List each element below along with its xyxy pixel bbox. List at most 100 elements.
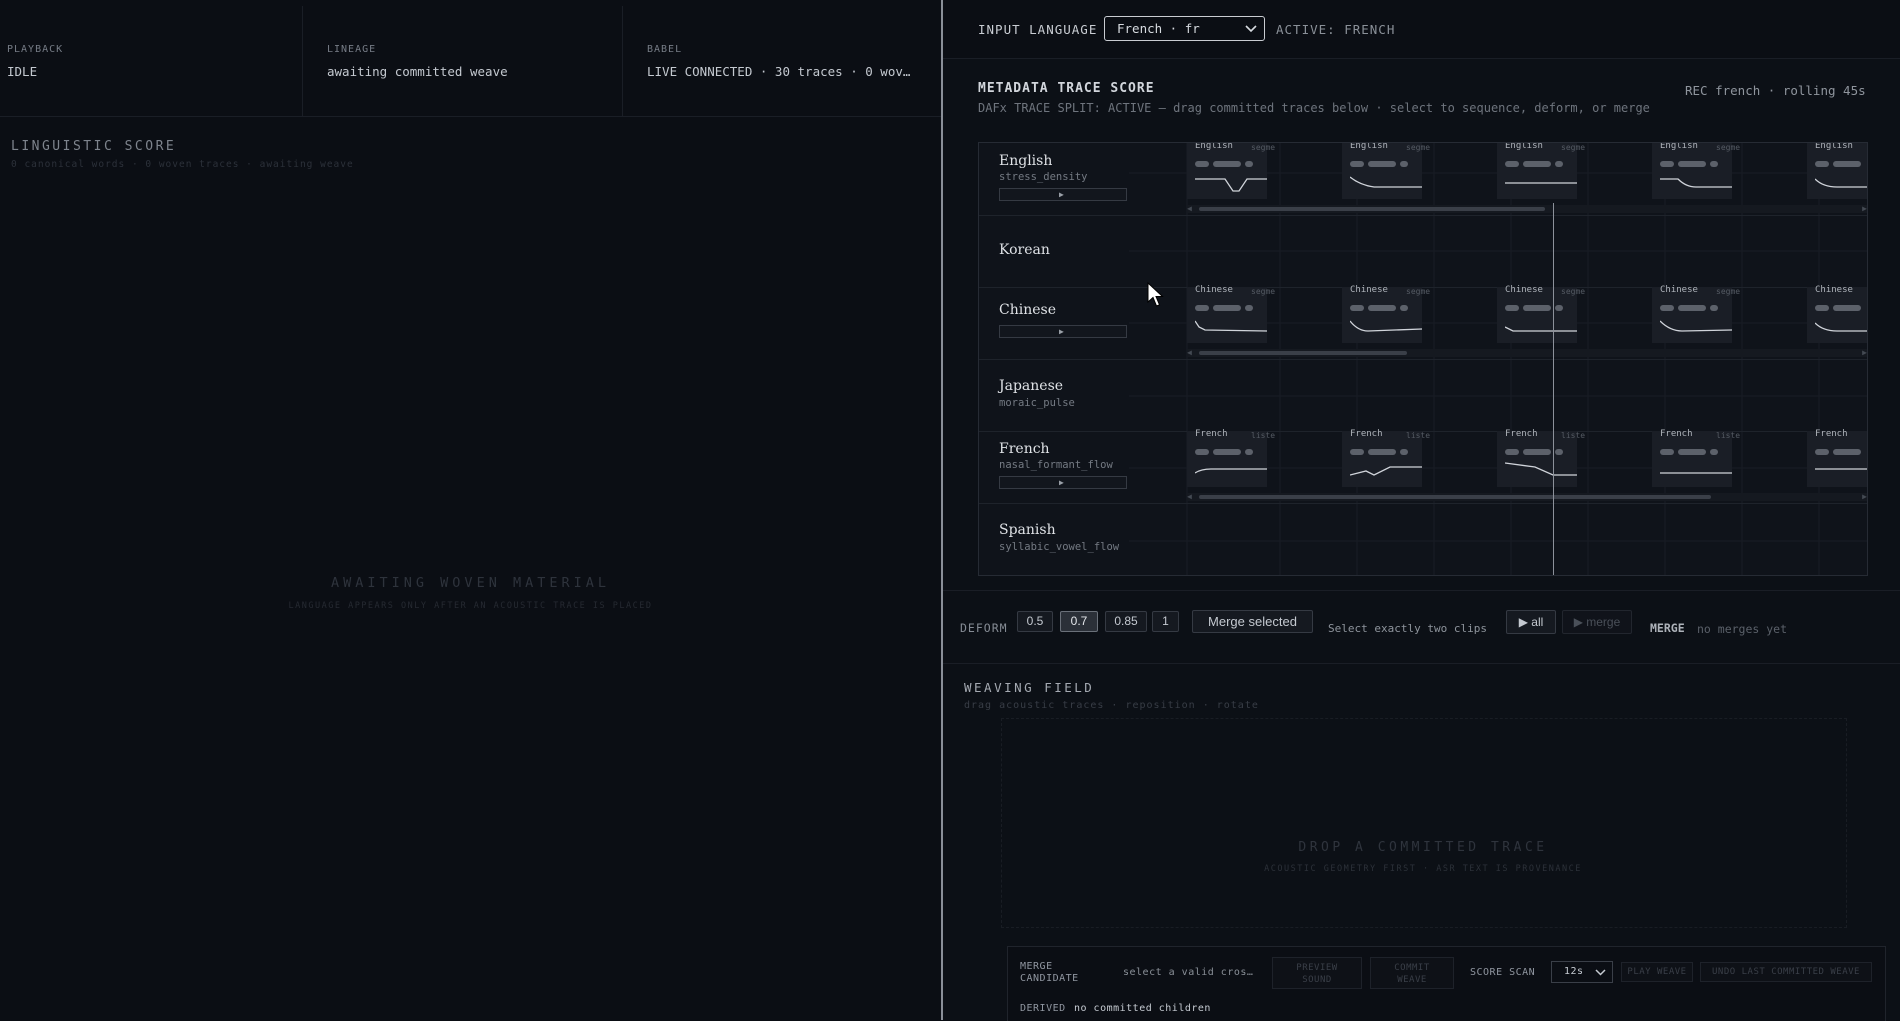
scroll-thumb[interactable] xyxy=(1199,351,1407,355)
trace-clip[interactable]: French liste xyxy=(1187,429,1275,487)
trace-clip[interactable]: French liste xyxy=(1497,429,1585,487)
track-name: Spanish xyxy=(999,522,1056,538)
track-row-korean[interactable]: Korean xyxy=(979,215,1867,288)
track-name: Korean xyxy=(999,242,1050,258)
babel-cell: BABEL LIVE CONNECTED · 30 traces · 0 wov… xyxy=(623,6,941,116)
preview-sound-button[interactable]: PREVIEW SOUND xyxy=(1272,957,1362,989)
scroll-left-icon[interactable]: ◀ xyxy=(1187,349,1192,357)
weaving-field-subtitle: drag acoustic traces · reposition · rota… xyxy=(964,700,1259,711)
scroll-thumb[interactable] xyxy=(1199,207,1545,211)
clip-strip[interactable]: English segme English segme English segme E… xyxy=(1187,143,1867,203)
waveform xyxy=(1350,320,1422,332)
play-all-button[interactable]: ▶ all xyxy=(1506,610,1556,634)
trace-clip[interactable]: Chinese xyxy=(1807,285,1867,343)
clip-chip xyxy=(1660,161,1674,167)
clip-chip xyxy=(1523,161,1551,167)
trace-clip[interactable]: Chinese segme xyxy=(1652,285,1740,343)
clip-scrollbar[interactable]: ◀ ▶ xyxy=(1187,349,1867,357)
clip-chip xyxy=(1245,449,1253,455)
track-row-french[interactable]: French nasal_formant_flow ▶ French liste … xyxy=(979,429,1867,504)
trace-clip[interactable]: English segme xyxy=(1652,143,1740,199)
clip-label: Chinese xyxy=(1195,285,1233,295)
clip-scrollbar[interactable]: ◀ ▶ xyxy=(1187,493,1867,501)
scroll-right-icon[interactable]: ▶ xyxy=(1862,349,1867,357)
input-language-select[interactable]: French · fr xyxy=(1104,16,1265,41)
play-icon: ▶ xyxy=(1059,327,1064,336)
rec-status: REC french · rolling 45s xyxy=(1685,83,1866,98)
trace-clip[interactable]: Chinese segme xyxy=(1187,285,1275,343)
waveform xyxy=(1195,320,1267,332)
weaving-drop-zone[interactable] xyxy=(1001,718,1847,928)
clip-label: French xyxy=(1195,429,1228,439)
scan-duration-select[interactable]: 12s xyxy=(1551,961,1613,983)
drop-trace-subtitle: ACOUSTIC GEOMETRY FIRST · ASR TEXT IS PR… xyxy=(1264,864,1582,874)
linguistic-score-subtitle: 0 canonical words · 0 woven traces · awa… xyxy=(11,159,354,170)
clip-chip xyxy=(1660,305,1674,311)
trace-clip[interactable]: English xyxy=(1807,143,1867,199)
trace-score-grid[interactable]: English stress_density ▶ English segme En… xyxy=(978,142,1868,576)
track-row-spanish[interactable]: Spanish syllabic_vowel_flow xyxy=(979,503,1867,575)
scroll-right-icon[interactable]: ▶ xyxy=(1862,493,1867,501)
clip-chip xyxy=(1505,161,1519,167)
trace-clip[interactable]: English segme xyxy=(1497,143,1585,199)
clip-chip xyxy=(1660,449,1674,455)
track-play-button[interactable]: ▶ xyxy=(999,476,1127,489)
scroll-left-icon[interactable]: ◀ xyxy=(1187,493,1192,501)
scroll-left-icon[interactable]: ◀ xyxy=(1187,205,1192,213)
waveform xyxy=(1815,178,1867,188)
track-metric: stress_density xyxy=(999,171,1088,183)
undo-last-weave-button[interactable]: UNDO LAST COMMITTED WEAVE xyxy=(1700,962,1872,982)
clip-label: French xyxy=(1815,429,1848,439)
drop-trace-title: DROP A COMMITTED TRACE xyxy=(1298,840,1548,855)
track-row-chinese[interactable]: Chinese ▶ Chinese segme Chinese segme Chin… xyxy=(979,285,1867,360)
track-play-button[interactable]: ▶ xyxy=(999,325,1127,338)
trace-clip[interactable]: French xyxy=(1807,429,1867,487)
clip-chip xyxy=(1213,449,1241,455)
playback-label: PLAYBACK xyxy=(7,44,64,55)
play-weave-button[interactable]: PLAY WEAVE xyxy=(1621,962,1693,982)
clip-strip[interactable]: Chinese segme Chinese segme Chinese segme C… xyxy=(1187,285,1867,347)
clip-chip xyxy=(1833,449,1861,455)
deform-0-7-button[interactable]: 0.7 xyxy=(1060,611,1098,632)
input-language-label: INPUT LANGUAGE xyxy=(978,22,1098,37)
clip-label: English xyxy=(1815,142,1853,151)
clip-label: English xyxy=(1350,142,1388,151)
trace-clip[interactable]: French liste xyxy=(1342,429,1430,487)
clip-tag: liste xyxy=(1561,431,1586,440)
trace-clip[interactable]: English segme xyxy=(1342,142,1430,199)
clip-chip xyxy=(1815,305,1829,311)
deform-label: DEFORM xyxy=(960,621,1008,635)
clip-label: Chinese xyxy=(1660,285,1698,295)
scroll-thumb[interactable] xyxy=(1199,495,1711,499)
play-merge-button[interactable]: ▶ merge xyxy=(1562,610,1632,634)
track-row-english[interactable]: English stress_density ▶ English segme En… xyxy=(979,143,1867,216)
trace-clip[interactable]: Chinese segme xyxy=(1497,285,1585,343)
clip-scrollbar[interactable]: ◀ ▶ xyxy=(1187,205,1867,213)
clip-chip xyxy=(1195,449,1209,455)
playhead[interactable] xyxy=(1553,203,1554,575)
deform-0-5-button[interactable]: 0.5 xyxy=(1017,611,1053,632)
scroll-right-icon[interactable]: ▶ xyxy=(1862,205,1867,213)
awaiting-material-subtitle: LANGUAGE APPEARS ONLY AFTER AN ACOUSTIC … xyxy=(288,601,653,611)
commit-weave-button[interactable]: COMMIT WEAVE xyxy=(1370,957,1454,989)
trace-clip[interactable]: English segme xyxy=(1187,143,1275,199)
merge-selected-button[interactable]: Merge selected xyxy=(1192,610,1313,633)
status-bar: PLAYBACK IDLE LINEAGE awaiting committed… xyxy=(0,6,941,117)
playback-value: IDLE xyxy=(7,64,38,79)
score-scan-label: SCORE SCAN xyxy=(1470,967,1536,978)
trace-clip[interactable]: Chinese segme xyxy=(1342,285,1430,343)
trace-clip[interactable]: French liste xyxy=(1652,429,1740,487)
clip-strip[interactable]: French liste French liste French liste Fren… xyxy=(1187,429,1867,491)
commit-weave-label-line1: COMMIT xyxy=(1394,963,1430,973)
clip-chip xyxy=(1195,305,1209,311)
commit-weave-label-line2: WEAVE xyxy=(1397,975,1427,985)
mouse-cursor-icon xyxy=(1147,282,1164,307)
deform-1-button[interactable]: 1 xyxy=(1152,611,1179,632)
weaving-field-title: WEAVING FIELD xyxy=(964,680,1095,695)
trace-panel: INPUT LANGUAGE French · fr ACTIVE: FRENC… xyxy=(943,0,1900,1021)
track-row-japanese[interactable]: Japanese moraic_pulse xyxy=(979,359,1867,432)
track-play-button[interactable]: ▶ xyxy=(999,188,1127,201)
deform-0-85-button[interactable]: 0.85 xyxy=(1105,611,1147,632)
clip-chip xyxy=(1195,161,1209,167)
waveform xyxy=(1815,468,1867,470)
